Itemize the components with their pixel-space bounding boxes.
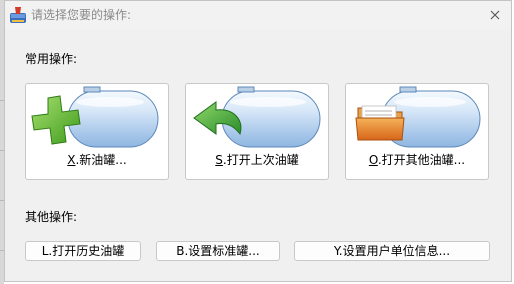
common-actions-heading: 常用操作: [25, 52, 78, 66]
open-last-tank-button[interactable]: S.打开上次油罐 [185, 83, 329, 180]
other-actions-heading: 其他操作: [25, 210, 78, 224]
new-tank-button[interactable]: X.新油罐... [25, 83, 169, 180]
set-standard-tank-button[interactable]: B.设置标准罐... [156, 241, 280, 261]
close-button[interactable] [483, 3, 507, 27]
new-tank-label: X.新油罐... [26, 153, 168, 168]
close-icon [490, 10, 500, 20]
open-other-tank-text: .打开其他油罐... [377, 153, 466, 167]
dialog-window: 请选择您要的操作: 常用操作: X.新油罐... S.打开上次油罐 O.打开其他… [4, 0, 512, 282]
open-last-tank-mnemonic: S [215, 153, 223, 167]
app-icon [10, 7, 26, 23]
open-last-tank-icon [193, 86, 321, 148]
open-history-tank-button[interactable]: L.打开历史油罐 [25, 241, 141, 261]
set-user-unit-info-button[interactable]: Y.设置用户单位信息... [294, 241, 490, 261]
new-tank-text: .新油罐... [75, 153, 127, 167]
new-tank-icon [31, 86, 159, 148]
open-last-tank-text: .打开上次油罐 [222, 153, 299, 167]
open-last-tank-label: S.打开上次油罐 [186, 153, 328, 168]
open-other-tank-mnemonic: O [368, 153, 378, 167]
open-other-tank-button[interactable]: O.打开其他油罐... [345, 83, 489, 180]
title-bar: 请选择您要的操作: [5, 1, 511, 29]
open-other-tank-icon [355, 86, 481, 148]
window-title: 请选择您要的操作: [31, 8, 132, 22]
open-other-tank-label: O.打开其他油罐... [346, 153, 488, 168]
